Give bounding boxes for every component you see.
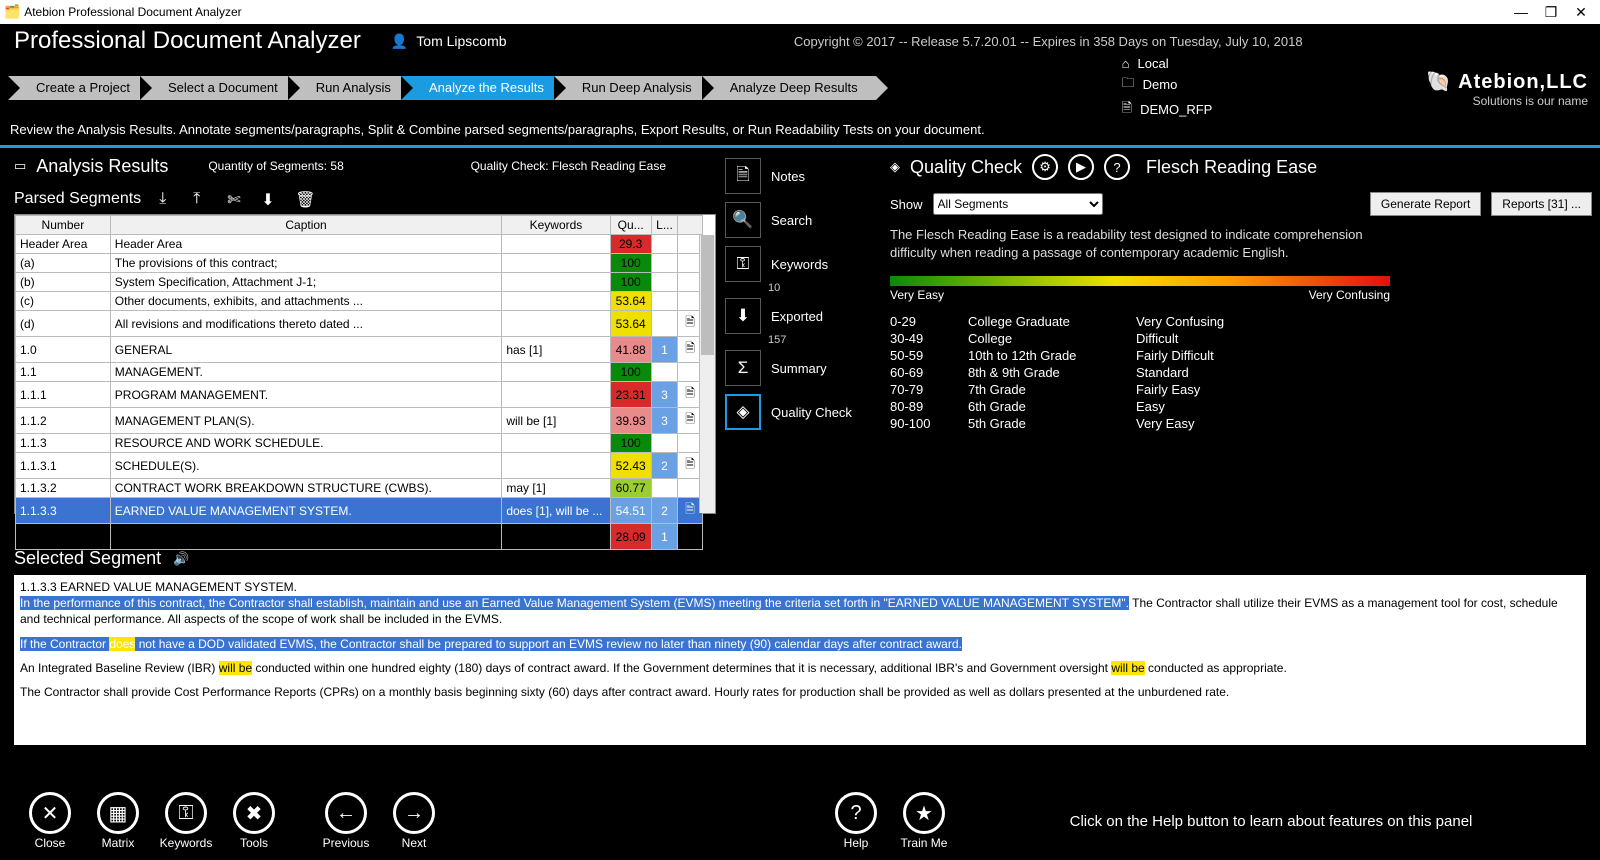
matrix-button[interactable]: ▦Matrix — [86, 792, 150, 850]
workflow-step[interactable]: Analyze Deep Results — [702, 76, 876, 100]
col-notes[interactable] — [678, 216, 703, 235]
speaker-icon[interactable]: 🔊 — [173, 551, 189, 567]
title-bar: 🗂️ Atebion Professional Document Analyze… — [0, 0, 1600, 24]
quality-check-panel: ◈ Quality Check ⚙ ▶ ? Flesch Reading Eas… — [886, 148, 1600, 540]
maximize-button[interactable]: ❐ — [1536, 4, 1566, 21]
table-row[interactable]: 1.1.1PROGRAM MANAGEMENT.23.313🗎 — [16, 382, 703, 408]
tools-button[interactable]: ✖Tools — [222, 792, 286, 850]
user-icon: 👤 — [391, 33, 408, 50]
table-row[interactable]: 1.1.3.1SCHEDULE(S).52.432🗎 — [16, 453, 703, 479]
bottom-toolbar: ✕Close ▦Matrix ⚿Keywords ✖Tools ←Previou… — [0, 782, 1600, 860]
reports-button[interactable]: Reports [31] ... — [1491, 192, 1592, 216]
table-row[interactable]: 1.1.4REQUIREMENTS MANAGEMENT.has [1], ha… — [16, 524, 703, 550]
grid-scrollbar[interactable] — [699, 235, 715, 513]
side-nav: 🗎Notes🔍Search⚿Keywords10⬇Exported157ΣSum… — [716, 148, 886, 540]
gradient-confusing-label: Very Confusing — [1309, 288, 1390, 302]
table-row[interactable]: Header AreaHeader Area29.3 — [16, 235, 703, 254]
user-info: 👤 Tom Lipscomb — [391, 33, 507, 50]
split-icon[interactable]: ✄ — [227, 190, 245, 208]
app-title: Professional Document Analyzer — [14, 27, 361, 55]
table-row[interactable]: 1.1.3RESOURCE AND WORK SCHEDULE.100 — [16, 434, 703, 453]
parsed-segments-title: Parsed Segments — [14, 190, 141, 208]
context-path: ⌂Local 🗀Demo 🗎DEMO_RFP — [1122, 56, 1213, 121]
selected-segment-panel: Selected Segment 🔊 1.1.3.3 EARNED VALUE … — [0, 540, 1600, 745]
brand-block: 🐚 Atebion,LLC Solutions is our name — [1426, 69, 1588, 108]
table-row[interactable]: (d)All revisions and modifications there… — [16, 311, 703, 337]
document-icon: 🗎 — [1122, 99, 1132, 121]
previous-button[interactable]: ←Previous — [314, 792, 378, 850]
analysis-results-panel: ▭ Analysis Results Quantity of Segments:… — [0, 148, 716, 540]
generate-report-button[interactable]: Generate Report — [1370, 192, 1481, 216]
col-keywords[interactable]: Keywords — [502, 216, 610, 235]
settings-icon[interactable]: ⚙ — [1032, 154, 1058, 180]
sidenav-quality-check[interactable]: ◈Quality Check — [722, 390, 880, 434]
help-icon[interactable]: ? — [1104, 154, 1130, 180]
sidenav-keywords[interactable]: ⚿Keywords — [722, 242, 880, 286]
qc-title: Quality Check — [910, 157, 1022, 178]
table-row[interactable]: (c)Other documents, exhibits, and attach… — [16, 292, 703, 311]
table-row[interactable]: 1.1MANAGEMENT.100 — [16, 363, 703, 382]
bottom-message: Click on the Help button to learn about … — [960, 813, 1582, 830]
table-row[interactable]: 1.1.2MANAGEMENT PLAN(S).will be [1]39.93… — [16, 408, 703, 434]
next-button[interactable]: →Next — [382, 792, 446, 850]
table-row[interactable]: (a)The provisions of this contract;100 — [16, 254, 703, 273]
quality-check-label: Quality Check: Flesch Reading Ease — [471, 159, 666, 173]
show-label: Show — [890, 197, 923, 212]
close-window-button[interactable]: ✕ — [1566, 4, 1596, 21]
diamond-icon: ◈ — [890, 159, 900, 175]
qc-name: Flesch Reading Ease — [1146, 157, 1317, 178]
app-header: Professional Document Analyzer 👤 Tom Lip… — [0, 24, 1600, 58]
folder-icon: 🗀 — [1122, 74, 1135, 96]
workflow-step[interactable]: Analyze the Results — [401, 76, 562, 100]
train-me-button[interactable]: ★Train Me — [892, 792, 956, 850]
workflow-step[interactable]: Create a Project — [8, 76, 148, 100]
main-content: ▭ Analysis Results Quantity of Segments:… — [0, 148, 1600, 540]
workflow-steps: Create a ProjectSelect a DocumentRun Ana… — [8, 76, 868, 100]
close-button[interactable]: ✕Close — [18, 792, 82, 850]
qc-description: The Flesch Reading Ease is a readability… — [890, 226, 1390, 262]
segments-grid[interactable]: Number Caption Keywords Qu... L... Heade… — [14, 214, 716, 514]
keywords-button[interactable]: ⚿Keywords — [154, 792, 218, 850]
col-links[interactable]: L... — [651, 216, 677, 235]
workflow-step[interactable]: Select a Document — [140, 76, 296, 100]
col-caption[interactable]: Caption — [110, 216, 502, 235]
download-icon[interactable]: ⬇ — [261, 190, 279, 208]
window-title: Atebion Professional Document Analyzer — [24, 5, 1506, 19]
gradient-easy-label: Very Easy — [890, 288, 944, 302]
sidenav-search[interactable]: 🔍Search — [722, 198, 880, 242]
workflow-step[interactable]: Run Deep Analysis — [554, 76, 710, 100]
help-button[interactable]: ?Help — [824, 792, 888, 850]
user-name: Tom Lipscomb — [416, 33, 506, 49]
workflow-step[interactable]: Run Analysis — [288, 76, 409, 100]
table-row[interactable]: (b)System Specification, Attachment J-1;… — [16, 273, 703, 292]
home-icon: ⌂ — [1122, 56, 1130, 71]
analysis-results-icon: ▭ — [14, 158, 26, 174]
show-select[interactable]: All Segments — [933, 193, 1103, 215]
nav-row: Create a ProjectSelect a DocumentRun Ana… — [0, 58, 1600, 118]
hint-bar: Review the Analysis Results. Annotate se… — [0, 118, 1600, 148]
app-icon: 🗂️ — [4, 4, 20, 20]
delete-icon[interactable]: 🗑 — [295, 190, 313, 208]
selected-segment-title: Selected Segment — [14, 548, 161, 569]
sidenav-summary[interactable]: ΣSummary — [722, 346, 880, 390]
minimize-button[interactable]: — — [1506, 4, 1536, 20]
col-quality[interactable]: Qu... — [610, 216, 651, 235]
import-table-icon[interactable]: ⤒ — [193, 190, 211, 208]
play-icon[interactable]: ▶ — [1068, 154, 1094, 180]
brand-logo: 🐚 Atebion,LLC — [1426, 69, 1588, 94]
brand-slogan: Solutions is our name — [1426, 94, 1588, 108]
sidenav-notes[interactable]: 🗎Notes — [722, 154, 880, 198]
copyright-text: Copyright © 2017 -- Release 5.7.20.01 --… — [507, 34, 1590, 49]
selected-segment-text[interactable]: 1.1.3.3 EARNED VALUE MANAGEMENT SYSTEM. … — [14, 575, 1586, 745]
table-row[interactable]: 1.0GENERALhas [1]41.881🗎 — [16, 337, 703, 363]
table-row[interactable]: 1.1.3.3EARNED VALUE MANAGEMENT SYSTEM.do… — [16, 498, 703, 524]
export-table-icon[interactable]: ⤓ — [159, 190, 177, 208]
ranges-table: 0-29College GraduateVery Confusing30-49C… — [890, 314, 1592, 431]
col-number[interactable]: Number — [16, 216, 111, 235]
analysis-results-title: Analysis Results — [36, 156, 168, 177]
table-row[interactable]: 1.1.3.2CONTRACT WORK BREAKDOWN STRUCTURE… — [16, 479, 703, 498]
sidenav-exported[interactable]: ⬇Exported — [722, 294, 880, 338]
gradient-bar — [890, 276, 1390, 286]
quantity-of-segments: Quantity of Segments: 58 — [208, 159, 343, 173]
